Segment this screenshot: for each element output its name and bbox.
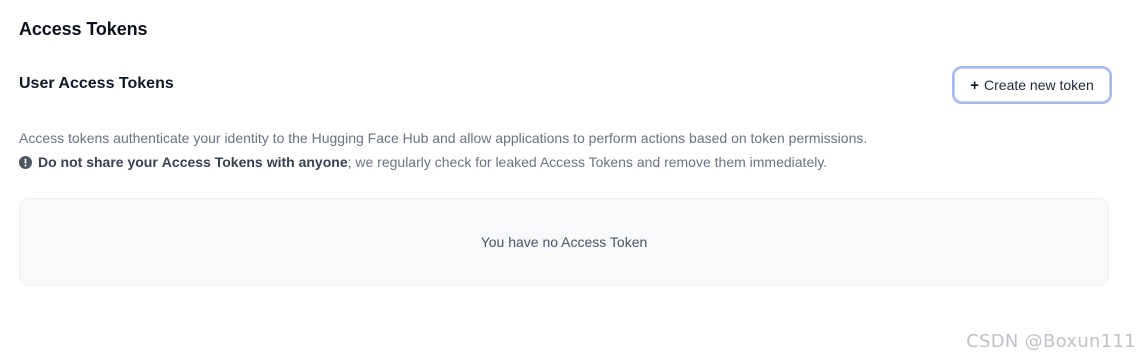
warning-bold-part3: with anyone [266,154,348,170]
create-new-token-button[interactable]: + Create new token [954,68,1110,102]
warning-bold-part1: Do not share your [38,154,158,170]
tokens-empty-panel: You have no Access Token [19,198,1109,286]
warning-bold-part2: Access Tokens [161,154,263,170]
plus-icon: + [970,76,980,94]
description-text: Access tokens authenticate your identity… [19,130,868,146]
warning-text: Do not share your Access Tokens with any… [19,154,827,170]
warning-rest: ; we regularly check for leaked Access T… [347,154,828,170]
page-title: Access Tokens [19,19,148,39]
create-new-token-label: Create new token [984,77,1094,93]
empty-message: You have no Access Token [480,234,648,250]
watermark: CSDN @Boxun111 [966,331,1136,352]
section-title: User Access Tokens [19,75,174,92]
info-circle-icon [19,155,32,169]
